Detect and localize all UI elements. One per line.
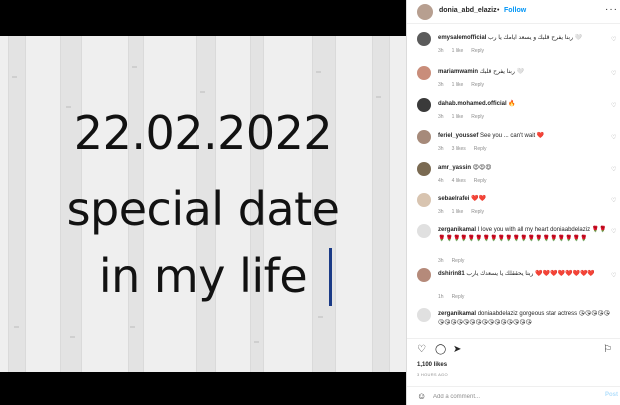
reply-button[interactable]: Reply [452,294,465,300]
comment-likes[interactable]: 1 like [452,114,464,120]
comment-likes[interactable]: 4 likes [452,178,466,184]
separator-dot: • [497,7,500,14]
like-heart-icon[interactable]: ♡ [611,166,616,173]
comment-likes[interactable]: 3 likes [452,146,466,152]
comment-text: ربنا يحققلك يا يسعدك يارب ❤️❤️❤️❤️❤️❤️❤️… [466,271,595,277]
comment-list[interactable]: emysalemofficial ربنا يفرح قلبك و يسعد ا… [407,28,620,336]
comment-likes[interactable]: 1 like [452,82,464,88]
avatar[interactable] [417,4,433,20]
post-timestamp: 3 HOURS AGO [417,372,448,377]
comment-username[interactable]: sebaelrafei [438,196,469,202]
like-count[interactable]: 1,100 likes [417,362,447,368]
comment-time: 3h [438,209,444,215]
author-username[interactable]: donia_abd_elaziz [439,7,497,14]
comments-panel: donia_abd_elaziz • Follow ··· emysalemof… [406,0,620,405]
comment-time: 3h [438,146,444,152]
comment-username[interactable]: dshirin81 [438,271,465,277]
post-date-text: 22.02.2022 [73,106,333,160]
action-bar: ♡ ◯ ➤ ⚐ [407,338,620,360]
reply-button[interactable]: Reply [471,114,484,120]
comment-username[interactable]: feriel_youssef [438,133,478,139]
comment-time: 3h [438,258,444,264]
avatar[interactable] [417,308,431,322]
avatar[interactable] [417,162,431,176]
avatar[interactable] [417,224,431,238]
more-icon[interactable]: ··· [605,4,618,15]
comment-username[interactable]: amr_yassin [438,165,471,171]
bookmark-icon[interactable]: ⚐ [603,344,612,355]
comment-text: See you ... can't wait ❤️ [480,133,545,139]
add-comment-bar: ☺ Post [407,386,620,405]
reply-button[interactable]: Reply [471,209,484,215]
post-headline-text: special date [66,182,340,236]
emoji-icon[interactable]: ☺ [417,391,426,401]
avatar[interactable] [417,268,431,282]
reply-button[interactable]: Reply [452,258,465,264]
comment-text: ❤️❤️ [471,196,486,202]
comment-text: ربنا يفرح قلبك و يسعد ايامك يا رب 🤍 [488,35,583,41]
comment-text: 🔥 [508,101,516,107]
post-headline-text: in my life [98,249,308,303]
comment-likes[interactable]: 1 like [452,48,464,54]
like-heart-icon[interactable]: ♡ [611,70,616,77]
like-heart-icon[interactable]: ♡ [611,134,616,141]
comment-username[interactable]: zerganikamal [438,311,476,317]
comment-text: ربنا يفرح قلبك 🤍 [479,69,524,75]
comment-time: 3h [438,48,444,54]
reply-button[interactable]: Reply [474,146,487,152]
heart-icon[interactable]: ♡ [417,344,426,355]
reply-button[interactable]: Reply [474,178,487,184]
like-heart-icon[interactable]: ♡ [611,102,616,109]
like-heart-icon[interactable]: ♡ [611,197,616,204]
follow-button[interactable]: Follow [504,7,526,14]
like-heart-icon[interactable]: ♡ [611,36,616,43]
avatar[interactable] [417,32,431,46]
comment-icon[interactable]: ◯ [435,344,446,355]
post-header: donia_abd_elaziz • Follow ··· [407,0,620,24]
reply-button[interactable]: Reply [471,82,484,88]
comment-likes[interactable]: 1 like [452,209,464,215]
avatar[interactable] [417,130,431,144]
comment-time: 1h [438,294,444,300]
text-cursor [329,248,332,306]
avatar[interactable] [417,193,431,207]
comment-username[interactable]: zerganikamal [438,227,476,233]
like-heart-icon[interactable]: ♡ [611,228,616,235]
comment-time: 4h [438,178,444,184]
comment-time: 3h [438,114,444,120]
post-media: 22.02.2022 special date in my life [0,0,406,405]
comment-username[interactable]: emysalemofficial [438,35,486,41]
share-icon[interactable]: ➤ [453,344,461,355]
comment-username[interactable]: dahab.mohamed.official [438,101,507,107]
like-heart-icon[interactable]: ♡ [611,272,616,279]
comment-username[interactable]: mariamwamin [438,69,478,75]
comment-text: 😍😍😍 [472,165,492,171]
post-viewer: 22.02.2022 special date in my life donia… [0,0,620,405]
post-button[interactable]: Post [605,392,618,398]
comment-input[interactable] [433,391,583,402]
comment-time: 3h [438,82,444,88]
avatar[interactable] [417,98,431,112]
reply-button[interactable]: Reply [471,48,484,54]
avatar[interactable] [417,66,431,80]
